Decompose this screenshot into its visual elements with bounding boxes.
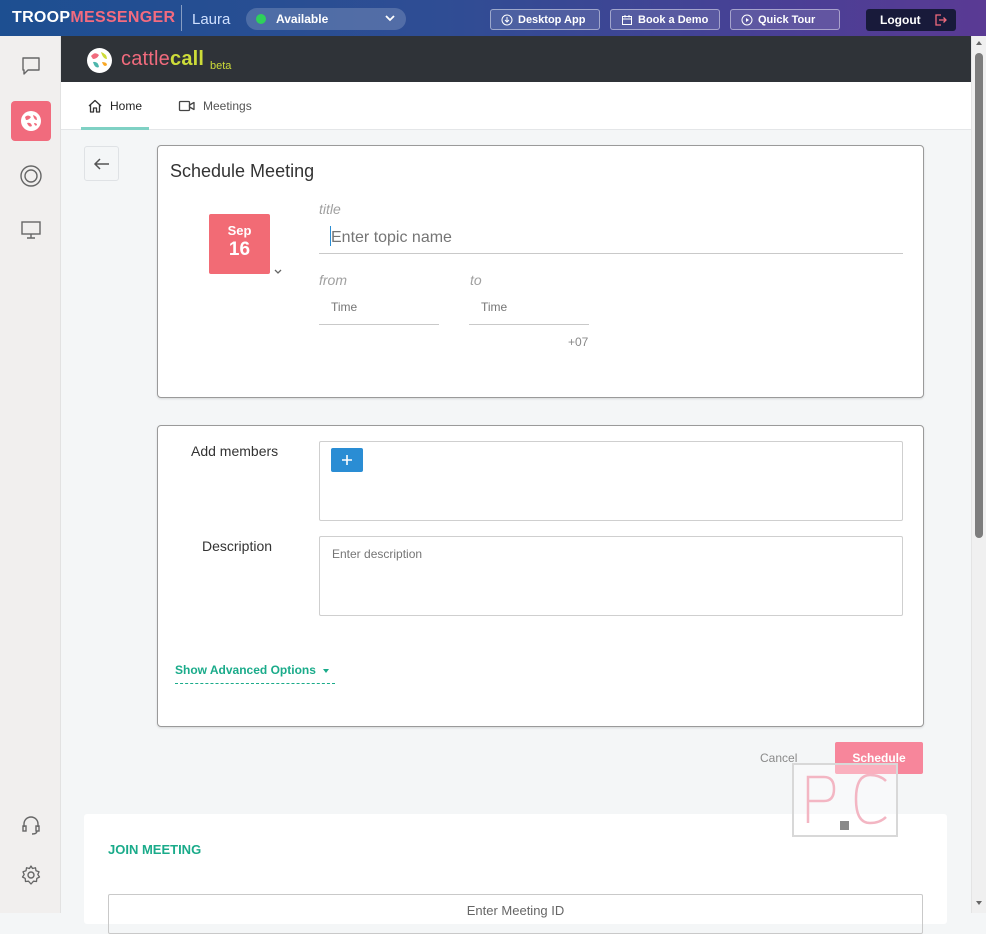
plus-icon [342,455,352,465]
show-advanced-options-link[interactable]: Show Advanced Options [175,663,335,684]
logout-icon [935,14,947,26]
logo-part2: call [170,48,205,70]
schedule-meeting-title: Schedule Meeting [170,161,315,181]
caret-down-icon [323,669,330,673]
logo-part1: cattle [121,48,171,70]
vertical-scrollbar[interactable] [971,36,986,913]
advanced-options-label: Show Advanced Options [175,663,316,677]
schedule-meeting-card: Schedule Meeting Sep 16 title from to +0… [157,145,924,398]
to-time-input[interactable] [469,289,589,325]
join-meeting-title: JOIN MEETING [108,842,202,857]
play-circle-icon [741,14,753,25]
scroll-up-arrow-icon[interactable] [975,40,983,46]
from-time-input[interactable] [319,289,439,325]
scroll-down-arrow-icon[interactable] [975,900,983,906]
beta-label: beta [210,60,232,72]
tabs-bar: Home Meetings [61,82,971,130]
add-members-label: Add members [191,443,279,459]
desktop-app-button[interactable]: Desktop App [490,9,600,30]
cattlecall-logo-text: cattlecall [121,48,204,71]
back-button[interactable] [84,146,119,181]
quick-tour-button[interactable]: Quick Tour [730,9,840,30]
add-member-button[interactable] [331,448,363,472]
watermark-logo [792,763,898,837]
gear-icon [21,865,41,885]
desktop-app-label: Desktop App [518,13,586,26]
book-demo-button[interactable]: Book a Demo [610,9,720,30]
topic-name-input[interactable] [319,222,903,254]
description-label: Description [202,538,273,554]
tab-meetings[interactable]: Meetings [178,82,252,130]
cattlecall-logo-icon [87,48,112,73]
meeting-details-card: Add members Description Show Advanced Op… [157,425,924,727]
from-label: from [319,272,347,288]
download-icon [501,14,513,25]
nav-cattlecall[interactable] [11,101,51,141]
nav-support[interactable] [11,805,51,845]
arrow-left-icon [93,157,109,170]
chat-icon [22,57,40,75]
tab-meetings-label: Meetings [203,99,252,113]
date-month: Sep [227,223,252,238]
nav-chat[interactable] [11,46,51,86]
active-tab-indicator [81,127,149,130]
user-name: Laura [192,11,231,28]
left-navigation [0,36,61,913]
logout-button[interactable]: Logout [866,9,956,31]
troop-messenger-logo: TROOPMESSENGER [12,9,175,27]
calendar-icon [622,14,632,25]
chevron-down-icon [384,12,396,27]
status-dropdown[interactable]: Available [246,8,406,30]
target-icon [20,165,42,187]
status-online-dot [256,14,266,24]
tab-home-label: Home [110,99,143,113]
brand-divider [181,5,182,31]
cattlecall-globe-icon [21,111,41,131]
nav-burn-out[interactable] [11,156,51,196]
text-cursor [330,226,331,246]
date-chevron-down-icon[interactable] [273,263,283,281]
home-icon [88,99,102,113]
video-camera-icon [178,100,195,112]
quick-tour-label: Quick Tour [758,13,816,26]
date-day: 16 [228,239,251,260]
title-label: title [319,201,341,217]
meeting-id-input[interactable]: Enter Meeting ID [108,894,923,934]
nav-settings[interactable] [11,855,51,895]
tab-home[interactable]: Home [87,82,142,130]
brand-part2: MESSENGER [70,9,176,26]
brand-part1: TROOP [12,9,71,26]
to-label: to [470,272,482,288]
status-label: Available [276,12,329,26]
logout-label: Logout [880,13,921,27]
monitor-icon [21,221,41,239]
timezone-offset: +07 [568,335,589,349]
book-demo-label: Book a Demo [638,13,709,26]
date-picker[interactable]: Sep 16 [209,214,270,274]
scrollbar-thumb[interactable] [975,53,983,538]
headset-icon [22,816,40,835]
members-field[interactable] [319,441,903,521]
nav-screen[interactable] [11,210,51,250]
description-input[interactable] [319,536,903,616]
top-bar: TROOPMESSENGER Laura Available Desktop A… [0,0,986,36]
